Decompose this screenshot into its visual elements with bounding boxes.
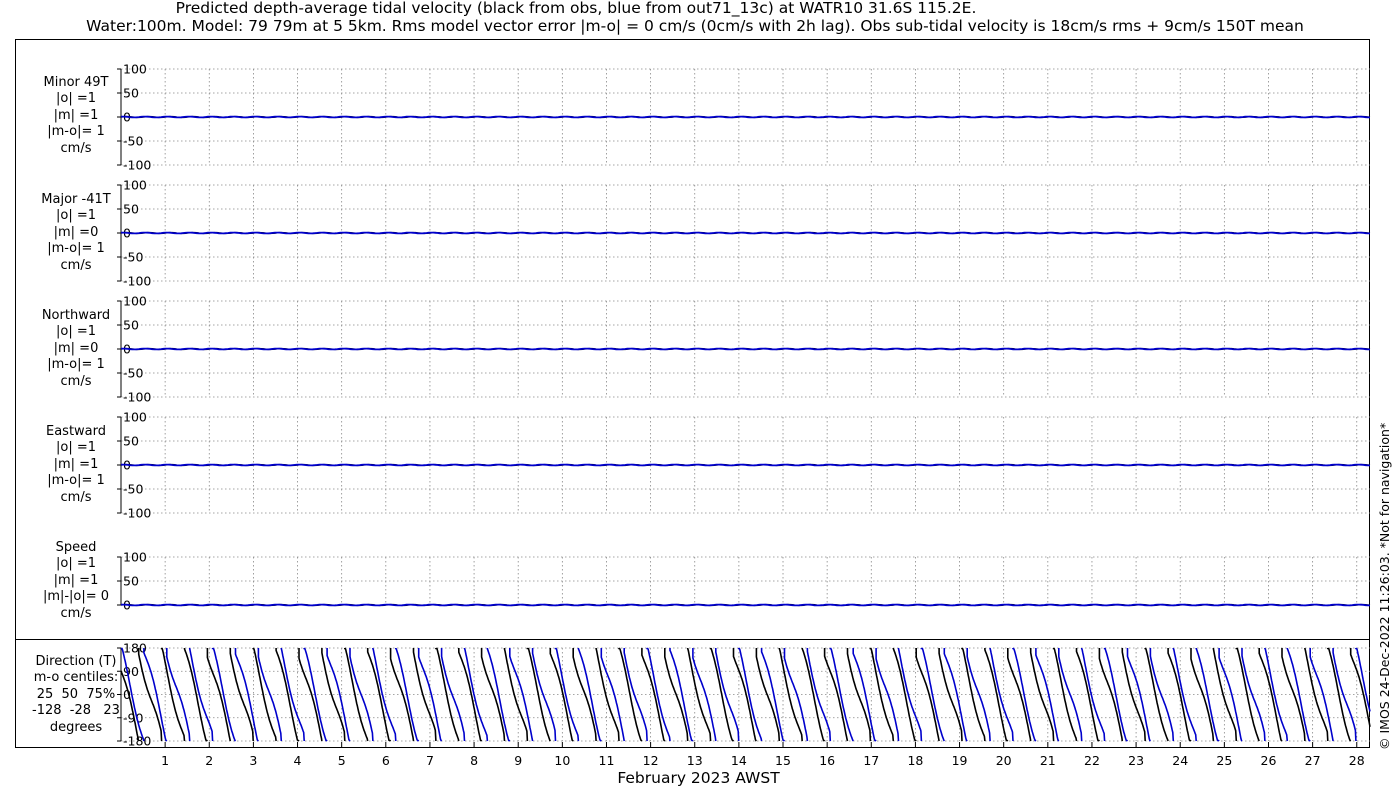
panel-label-major: Major -41T |o| =1 |m| =0 |m-o|= 1 cm/s: [41, 192, 111, 273]
panel-label-eastward: Eastward |o| =1 |m| =1 |m-o|= 1 cm/s: [45, 424, 107, 505]
y-tick-label: 100: [123, 178, 147, 193]
y-tick-label: 100: [123, 294, 147, 309]
x-tick-label: 20: [996, 753, 1012, 768]
panel-minor: 100500-50-100: [117, 62, 1371, 173]
x-tick-label: 21: [1040, 753, 1056, 768]
panel-label-minor: Minor 49T |o| =1 |m| =1 |m-o|= 1 cm/s: [43, 75, 109, 156]
x-tick-label: 18: [907, 753, 923, 768]
y-tick-label: -100: [123, 158, 151, 173]
series-line-out71_13c: [121, 115, 1370, 119]
x-tick-label: 14: [731, 753, 747, 768]
chart-panels: 100500-50-100100500-50-100100500-50-1001…: [15, 39, 1371, 787]
x-tick-label: 16: [819, 753, 835, 768]
panel-speed: 100500: [117, 550, 1371, 613]
y-tick-label: 100: [123, 410, 147, 425]
x-tick-label: 5: [338, 753, 346, 768]
copyright-notice: © IMOS 24-Dec-2022 11:26:03. *Not for na…: [1377, 422, 1392, 750]
panel-label-northward: Northward |o| =1 |m| =0 |m-o|= 1 cm/s: [41, 308, 111, 389]
x-tick-label: 9: [514, 753, 522, 768]
series-line-out71_13c: [121, 231, 1370, 235]
x-tick-label: 23: [1128, 753, 1144, 768]
x-tick-label: 12: [643, 753, 659, 768]
x-tick-label: 26: [1261, 753, 1277, 768]
x-tick-label: 25: [1216, 753, 1232, 768]
x-tick-label: 17: [863, 753, 879, 768]
x-tick-label: 15: [775, 753, 791, 768]
x-tick-label: 28: [1349, 753, 1365, 768]
upper-panels-frame: [15, 39, 1370, 640]
panel-major: 100500-50-100: [117, 178, 1371, 289]
x-tick-label: 7: [426, 753, 434, 768]
series-line-out71_13c: [121, 603, 1370, 607]
x-tick-label: 6: [382, 753, 390, 768]
x-tick-label: 8: [470, 753, 478, 768]
series-line-out71_13c: [121, 347, 1370, 351]
x-tick-label: 3: [249, 753, 257, 768]
x-tick-label: 11: [599, 753, 615, 768]
x-tick-label: 13: [687, 753, 703, 768]
x-tick-label: 22: [1084, 753, 1100, 768]
x-tick-label: 2: [205, 753, 213, 768]
x-tick-label: 1: [161, 753, 169, 768]
x-axis-label: February 2023 AWST: [617, 769, 780, 787]
y-tick-label: -100: [123, 506, 151, 521]
panel-label-speed: Speed |o| =1 |m| =1 |m|-|o|= 0 cm/s: [42, 540, 110, 621]
panel-direction: 180900-90-180: [117, 641, 1371, 749]
figure: 100500-50-100100500-50-100100500-50-1001…: [15, 39, 1371, 787]
y-tick-label: -100: [123, 274, 151, 289]
panel-eastward: 100500-50-100: [117, 410, 1371, 521]
series-line-out71_13c: [121, 463, 1370, 467]
panel-northward: 100500-50-100: [117, 294, 1371, 405]
panel-label-direction: Direction (T) m-o centiles: 25 50 75% -1…: [32, 654, 120, 735]
x-tick-label: 24: [1172, 753, 1188, 768]
x-tick-label: 27: [1305, 753, 1321, 768]
x-tick-label: 19: [952, 753, 968, 768]
x-tick-label: 4: [294, 753, 302, 768]
x-tick-label: 10: [554, 753, 570, 768]
chart-title-line1: Predicted depth-average tidal velocity (…: [175, 0, 977, 17]
y-tick-label: -100: [123, 390, 151, 405]
chart-title-line2: Water:100m. Model: 79 79m at 5 5km. Rms …: [86, 17, 1304, 35]
